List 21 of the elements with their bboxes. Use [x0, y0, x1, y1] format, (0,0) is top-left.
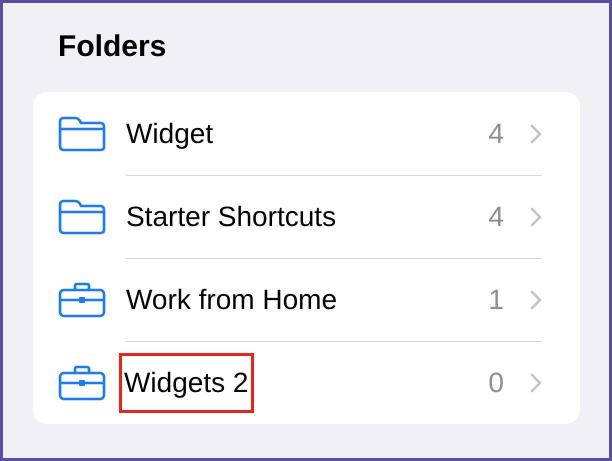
- folder-icon: [57, 198, 107, 236]
- folder-row[interactable]: Widgets 2 0: [33, 341, 580, 424]
- briefcase-icon: [57, 364, 107, 402]
- chevron-icon: [530, 373, 542, 393]
- folder-name: Widget: [126, 116, 214, 151]
- folder-row[interactable]: Starter Shortcuts 4: [33, 175, 580, 258]
- chevron-icon: [530, 124, 542, 144]
- chevron-icon: [530, 207, 542, 227]
- folder-name: Starter Shortcuts: [126, 200, 336, 234]
- folder-name: Widgets 2: [124, 367, 248, 398]
- item-count: 4: [488, 116, 504, 150]
- folder-row[interactable]: Widget 4: [33, 92, 580, 175]
- item-count: 0: [488, 366, 504, 400]
- item-count: 4: [488, 200, 504, 234]
- item-count: 1: [488, 283, 504, 317]
- section-title: Folders: [58, 29, 168, 65]
- folder-name: Work from Home: [126, 283, 338, 317]
- folder-row[interactable]: Work from Home 1: [33, 258, 580, 341]
- chevron-icon: [530, 290, 542, 310]
- folder-icon: [57, 114, 107, 152]
- briefcase-icon: [57, 280, 107, 318]
